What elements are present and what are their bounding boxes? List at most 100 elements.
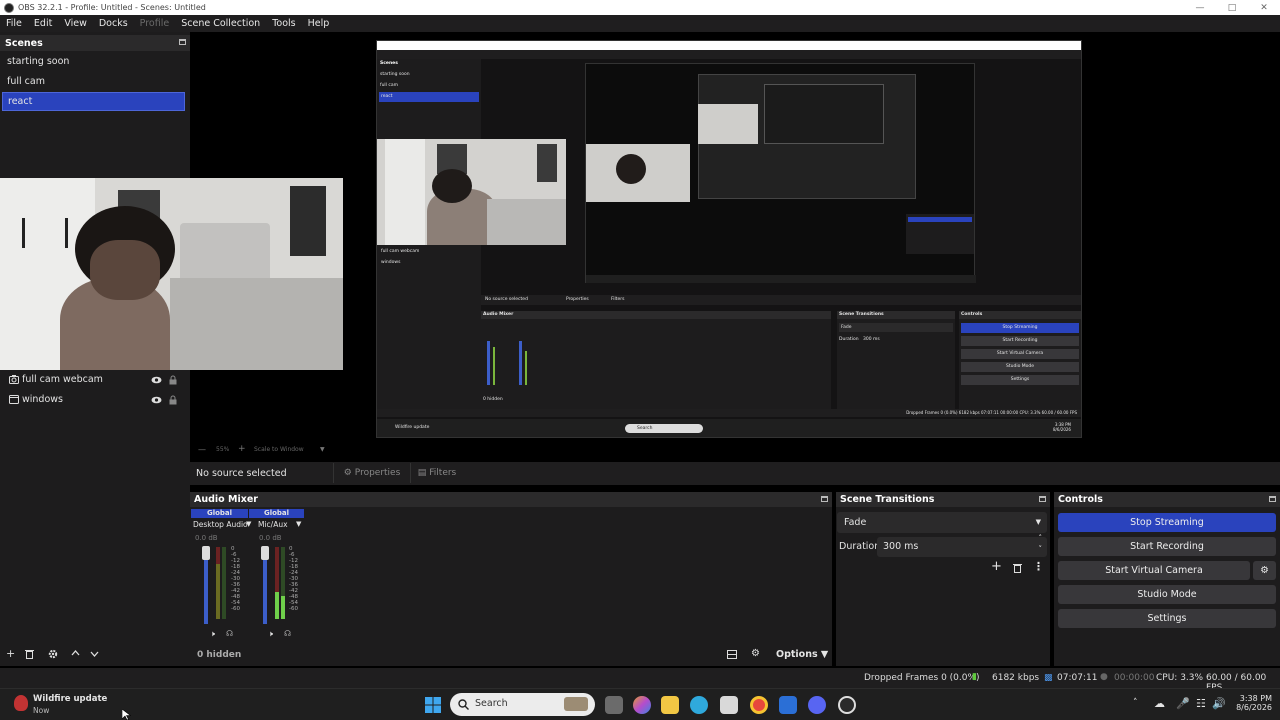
zoom-out-icon[interactable]: — [198,445,206,454]
speaker-icon[interactable]: 🕨 [268,629,273,639]
dock-float-icon[interactable] [821,496,828,502]
chevron-up-icon[interactable]: ˄ [1133,698,1138,708]
clock-time: 3:38 PM [1239,694,1272,703]
chrome-icon[interactable] [750,696,768,714]
button-label: Start Virtual Camera [1105,565,1203,576]
minimize-icon[interactable]: — [1184,0,1216,15]
menu-help[interactable]: Help [302,18,336,29]
volume-slider-track[interactable] [204,560,208,624]
scale-mode-select[interactable]: Scale to Window [254,446,304,453]
windows-start-icon[interactable] [425,697,441,713]
settings-button[interactable]: Settings [1058,609,1276,628]
spinner-arrows-icon[interactable]: ˄ ˅ [1039,533,1043,555]
filters-label: Filters [429,468,457,478]
dropdown-arrow-icon[interactable]: ▼ [296,520,301,528]
headphones-icon[interactable]: ☊ [284,629,291,638]
volume-slider-handle[interactable] [261,546,269,560]
maximize-icon[interactable]: □ [1216,0,1248,15]
virtual-camera-settings-button[interactable]: ⚙ [1253,561,1276,580]
gear-icon[interactable] [48,649,58,659]
edge-icon[interactable] [690,696,708,714]
nested-control-btn: Start Recording [961,336,1079,346]
add-transition-icon[interactable]: + [991,559,1002,574]
obs-taskbar-icon[interactable] [838,696,856,714]
chevron-down-icon[interactable] [90,651,99,657]
menu-docks[interactable]: Docks [93,18,134,29]
zoom-in-icon[interactable]: + [238,444,246,454]
advanced-audio-icon[interactable]: ⚙ [751,648,760,659]
lock-icon[interactable] [169,395,177,405]
scene-item-full-cam[interactable]: full cam [2,72,185,91]
start-recording-button[interactable]: Start Recording [1058,537,1276,556]
microphone-icon[interactable]: 🎤 [1176,697,1190,710]
nested-scene-item: starting soon [380,72,410,77]
scene-transitions-header: Scene Transitions [836,492,1050,507]
nested-duration-value: 300 ms [863,337,880,342]
properties-label: Properties [354,468,401,478]
nested-control-btn: Stop Streaming [961,323,1079,333]
menu-bar: File Edit View Docks Profile Scene Colle… [0,15,1280,32]
nested-hidden: 0 hidden [483,397,503,402]
source-item-windows[interactable]: windows [0,390,190,409]
speaker-icon[interactable]: 🕨 [210,629,215,639]
duration-input[interactable]: 300 ms ˄ ˅ [877,534,1047,557]
desktop-audio-label[interactable]: Desktop Audio [193,520,248,529]
menu-scene-collection[interactable]: Scene Collection [175,18,266,29]
stop-streaming-button[interactable]: Stop Streaming [1058,513,1276,532]
dock-float-icon[interactable] [1039,496,1046,502]
properties-button[interactable]: ⚙ Properties [333,463,411,483]
menu-tools[interactable]: Tools [266,18,301,29]
notification-title[interactable]: Wildfire update [33,694,107,704]
menu-file[interactable]: File [0,18,28,29]
trash-icon[interactable] [1013,563,1022,573]
clock[interactable]: 3:38 PM 8/6/2026 [1232,694,1272,712]
mic-aux-label[interactable]: Mic/Aux [258,520,288,529]
nested-taskbar: Wildfire update Search 3:38 PM 8/6/2026 [377,419,1081,437]
headphones-icon[interactable]: ☊ [226,629,233,638]
cloud-icon[interactable]: ☁ [1154,697,1165,710]
volume-slider-track[interactable] [263,560,267,624]
task-view-icon[interactable] [605,696,623,714]
layout-toggle-icon[interactable] [727,650,737,659]
hidden-count: 0 hidden [197,650,242,660]
button-label: Settings [1147,613,1187,624]
chevron-up-icon[interactable] [71,650,80,656]
add-source-icon[interactable]: + [6,647,15,660]
start-virtual-camera-button[interactable]: Start Virtual Camera [1058,561,1250,580]
photos-icon[interactable] [779,696,797,714]
visibility-eye-icon[interactable] [151,396,162,404]
wildfire-icon [14,695,28,711]
menu-profile[interactable]: Profile [134,18,176,29]
close-icon[interactable]: ✕ [1248,0,1280,15]
copilot-icon[interactable] [633,696,651,714]
dock-float-icon[interactable] [1269,496,1276,502]
chevron-down-icon[interactable]: ▼ [320,446,325,453]
scene-item-starting-soon[interactable]: starting soon [2,52,185,71]
menu-view[interactable]: View [58,18,93,29]
lock-icon[interactable] [169,375,177,385]
volume-slider-handle[interactable] [202,546,210,560]
taskbar-search[interactable]: Search [450,693,595,716]
transition-select[interactable]: Fade ▼ [837,512,1047,533]
more-options-icon[interactable]: ⋮ [1033,560,1044,573]
dropdown-arrow-icon[interactable]: ▼ [246,520,251,528]
dock-float-icon[interactable] [179,39,186,45]
stream-icon: ▩ [1044,673,1053,683]
volume-icon[interactable]: 🔊 [1212,697,1226,710]
file-explorer-icon[interactable] [661,696,679,714]
menu-edit[interactable]: Edit [28,18,58,29]
source-item-full-cam-webcam[interactable]: full cam webcam [0,370,190,389]
audio-mixer-title: Audio Mixer [194,494,258,505]
gear-icon: ⚙ [343,468,352,478]
visibility-eye-icon[interactable] [151,376,162,384]
scene-item-react[interactable]: react [2,92,185,111]
trash-icon[interactable] [25,649,34,659]
wifi-icon[interactable]: ☷ [1196,697,1206,710]
store-icon[interactable] [720,696,738,714]
studio-mode-button[interactable]: Studio Mode [1058,585,1276,604]
filters-button[interactable]: ▤ Filters [412,463,462,483]
discord-icon[interactable] [808,696,826,714]
options-button[interactable]: Options ▼ [776,649,828,660]
camera-icon [9,375,19,384]
search-placeholder: Search [475,698,508,709]
